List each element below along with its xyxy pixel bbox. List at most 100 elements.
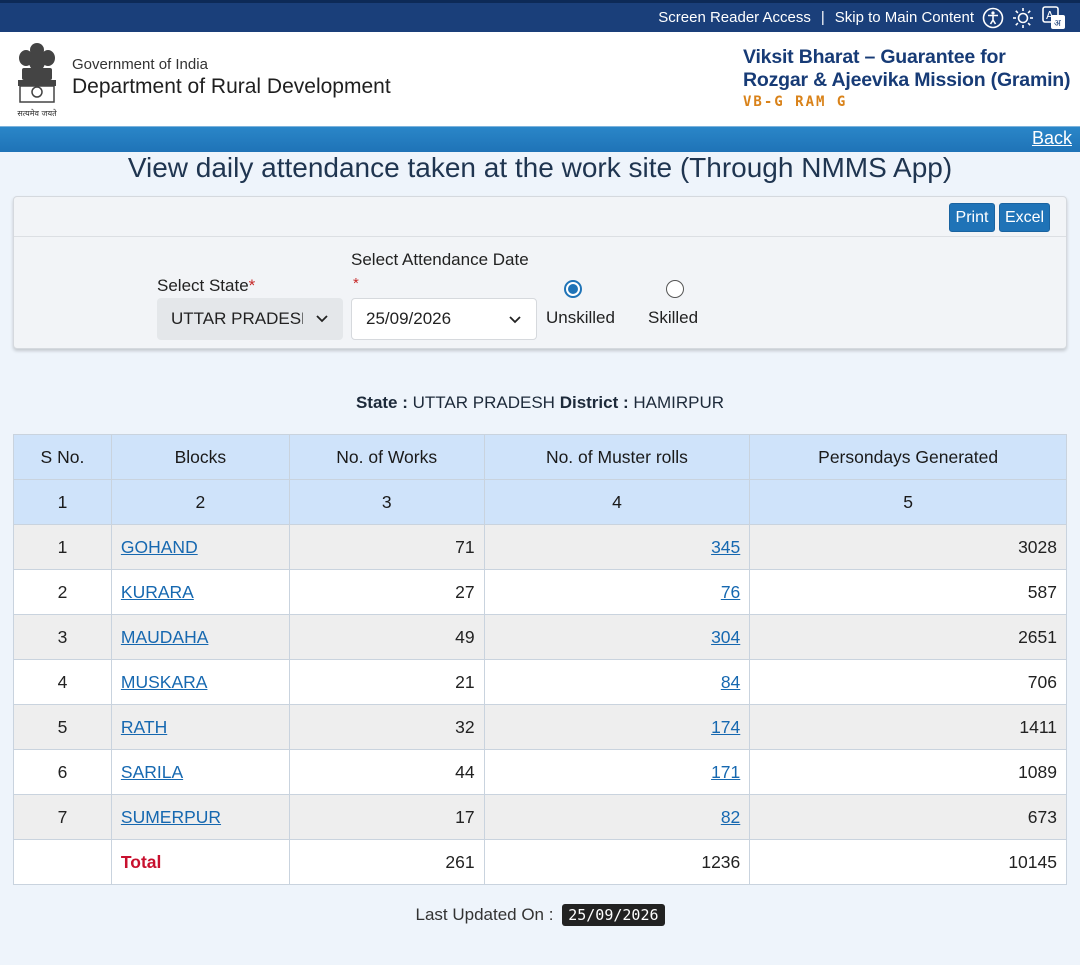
filter-toolbar: Print Excel (14, 197, 1066, 237)
block-link[interactable]: SUMERPUR (121, 807, 221, 827)
chevron-down-icon (316, 315, 328, 323)
muster-link[interactable]: 345 (711, 537, 740, 557)
serial-number: 3 (13, 614, 112, 660)
block-link[interactable]: GOHAND (121, 537, 198, 557)
date-label: Select Attendance Date (351, 250, 529, 269)
table-row: 5 RATH 32 174 1411 (13, 704, 1067, 750)
total-row: Total 261 1236 10145 (13, 839, 1067, 885)
screen-reader-link[interactable]: Screen Reader Access (658, 9, 811, 26)
mission-title: Viksit Bharat – Guarantee for Rozgar & A… (743, 46, 1071, 91)
column-header: Persondays Generated (749, 434, 1067, 480)
site-header: सत्यमेव जयते Government of India Departm… (0, 32, 1080, 126)
serial-number: 7 (13, 794, 112, 840)
last-updated-label: Last Updated On : (415, 905, 554, 924)
serial-number: 6 (13, 749, 112, 795)
topbar-separator: | (820, 9, 825, 26)
page-title: View daily attendance taken at the work … (127, 152, 953, 183)
back-link[interactable]: Back (1032, 128, 1072, 149)
state-value: UTTAR PRADESH (412, 393, 555, 412)
column-header: S No. (13, 434, 112, 480)
works-count: 71 (288, 524, 485, 570)
muster-link[interactable]: 76 (721, 582, 740, 602)
required-mark: * (248, 276, 256, 295)
table-row: 7 SUMERPUR 17 82 673 (13, 794, 1067, 840)
column-number: 1 (13, 479, 112, 525)
column-number: 2 (110, 479, 290, 525)
persondays-count: 3028 (749, 524, 1067, 570)
table-row: 2 KURARA 27 76 587 (13, 569, 1067, 615)
table-row: 4 MUSKARA 21 84 706 (13, 659, 1067, 705)
district-value: HAMIRPUR (633, 393, 725, 412)
mission-subtitle: VB-G RAM G (743, 94, 848, 110)
table-row: 6 SARILA 44 171 1089 (13, 749, 1067, 795)
muster-link[interactable]: 171 (711, 762, 740, 782)
column-number: 4 (483, 479, 751, 525)
muster-link[interactable]: 304 (711, 627, 740, 647)
block-link[interactable]: SARILA (121, 762, 183, 782)
national-emblem-icon: सत्यमेव जयते (17, 43, 57, 118)
date-select[interactable]: 25/09/2026 (351, 298, 537, 340)
state-key: State : (355, 393, 408, 412)
total-label: Total (120, 851, 162, 872)
print-button[interactable]: Print (949, 203, 995, 232)
skilled-label[interactable]: Skilled (648, 308, 698, 328)
filter-panel: Print Excel Select State* Select Attenda… (13, 196, 1067, 349)
total-muster: 1236 (483, 839, 751, 885)
table-row: 1 GOHAND 71 345 3028 (13, 524, 1067, 570)
nav-bar (0, 126, 1080, 152)
date-select-value: 25/09/2026 (366, 309, 452, 328)
district-key: District : (559, 393, 629, 412)
translate-icon[interactable]: Aअ (1042, 5, 1066, 30)
persondays-count: 1089 (749, 749, 1067, 795)
date-required-mark: * (353, 275, 359, 292)
serial-number: 4 (13, 659, 112, 705)
works-count: 27 (288, 569, 485, 615)
muster-link[interactable]: 82 (721, 807, 740, 827)
block-link[interactable]: RATH (121, 717, 167, 737)
location-summary: State : UTTAR PRADESH District : HAMIRPU… (0, 393, 1080, 413)
persondays-count: 706 (749, 659, 1067, 705)
persondays-count: 1411 (749, 704, 1067, 750)
column-header: No. of Muster rolls (483, 434, 751, 480)
works-count: 44 (288, 749, 485, 795)
unskilled-label[interactable]: Unskilled (546, 308, 615, 328)
skip-main-link[interactable]: Skip to Main Content (835, 9, 974, 26)
column-header: No. of Works (288, 434, 485, 480)
brightness-icon[interactable] (1012, 7, 1034, 29)
table-header-row: S No. Blocks No. of Works No. of Muster … (13, 434, 1067, 480)
persondays-count: 587 (749, 569, 1067, 615)
skilled-radio[interactable] (666, 280, 684, 298)
attendance-table: S No. Blocks No. of Works No. of Muster … (13, 434, 1067, 885)
muster-link[interactable]: 84 (721, 672, 740, 692)
serial-number: 1 (13, 524, 112, 570)
column-number: 3 (288, 479, 485, 525)
excel-button[interactable]: Excel (999, 203, 1050, 232)
works-count: 49 (288, 614, 485, 660)
accessibility-bar: Screen Reader Access | Skip to Main Cont… (0, 0, 1080, 32)
last-updated: Last Updated On : 25/09/2026 (0, 904, 1080, 926)
unskilled-radio[interactable] (564, 280, 582, 298)
chevron-down-icon (509, 316, 521, 324)
accessibility-icon[interactable] (982, 7, 1004, 29)
block-link[interactable]: MUSKARA (121, 672, 208, 692)
block-link[interactable]: KURARA (121, 582, 194, 602)
block-link[interactable]: MAUDAHA (121, 627, 209, 647)
table-row: 3 MAUDAHA 49 304 2651 (13, 614, 1067, 660)
column-number: 5 (749, 479, 1067, 525)
state-select-value: UTTAR PRADESH (171, 309, 303, 328)
works-count: 21 (288, 659, 485, 705)
emblem-caption: सत्यमेव जयते (17, 108, 57, 118)
gov-label: Government of India (72, 56, 208, 73)
serial-number: 2 (13, 569, 112, 615)
works-count: 32 (288, 704, 485, 750)
total-works: 261 (288, 839, 485, 885)
state-label: Select State* (157, 276, 256, 295)
total-empty-cell (13, 839, 112, 885)
serial-number: 5 (13, 704, 112, 750)
muster-link[interactable]: 174 (711, 717, 740, 737)
column-header: Blocks (110, 434, 290, 480)
persondays-count: 673 (749, 794, 1067, 840)
total-persondays: 10145 (749, 839, 1067, 885)
dept-name: Department of Rural Development (72, 75, 391, 98)
state-select[interactable]: UTTAR PRADESH (157, 298, 343, 340)
